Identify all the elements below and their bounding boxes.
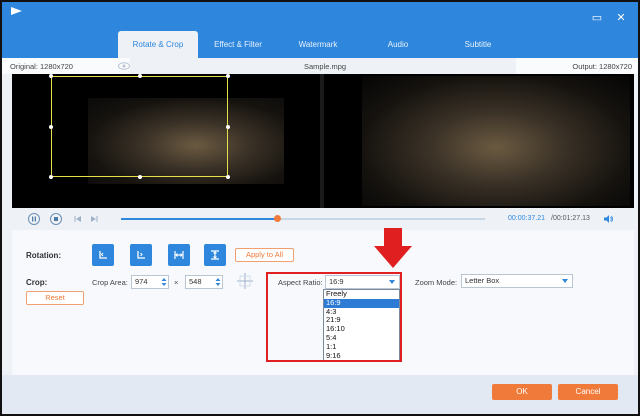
crop-handle[interactable] [226,125,230,129]
tab-watermark[interactable]: Watermark [278,31,358,58]
flip-horizontal-button[interactable] [168,244,190,266]
crop-height-input[interactable]: 548 [185,275,223,289]
crop-handle[interactable] [49,125,53,129]
crop-area-label: Crop Area: [92,278,128,287]
minimize-icon[interactable]: ▭ [590,11,604,25]
crop-handle[interactable] [138,175,142,179]
title-bar: ▭ ✕ Rotate & Crop Effect & Filter Waterm… [2,2,638,62]
total-time: /00:01:27.13 [551,215,590,222]
playback-controls: 00:00:37.21 /00:01:27.13 [12,208,634,230]
original-preview[interactable] [12,74,320,208]
chevron-down-icon [562,279,568,283]
rotate-right-icon [137,251,145,259]
timeline-handle[interactable] [274,215,282,222]
center-crop-icon[interactable] [236,272,254,290]
rotate-left-button[interactable] [92,244,114,266]
rotate-right-button[interactable] [130,244,152,266]
app-logo-icon [11,7,22,15]
tab-effect-filter[interactable]: Effect & Filter [198,31,278,58]
previous-frame-icon[interactable] [74,215,82,223]
height-stepper-icon[interactable] [215,277,221,287]
times-symbol: × [174,278,179,287]
original-resolution: Original: 1280x720 [10,62,73,71]
output-resolution: Output: 1280x720 [572,62,632,71]
rotation-label: Rotation: [26,251,62,260]
close-icon[interactable]: ✕ [614,11,628,25]
crop-handle[interactable] [226,74,230,78]
crop-handle[interactable] [226,175,230,179]
ok-button[interactable]: OK [492,384,552,400]
rotate-left-icon [99,251,107,259]
current-time: 00:00:37.21 [508,215,545,222]
file-name: Sample.mpg [304,62,347,71]
crop-rectangle[interactable] [51,76,228,177]
zoom-mode-select[interactable]: Letter Box [461,274,573,288]
flip-vertical-icon [211,250,219,260]
crop-handle[interactable] [49,74,53,78]
eye-icon[interactable] [118,62,130,70]
timeline-slider[interactable] [121,215,485,222]
apply-to-all-button[interactable]: Apply to All [235,248,294,262]
volume-icon[interactable] [603,214,614,224]
crop-width-input[interactable]: 974 [131,275,169,289]
zoom-mode-label: Zoom Mode: [415,278,458,287]
crop-label: Crop: [26,278,48,287]
pause-button[interactable] [28,213,40,225]
cancel-button[interactable]: Cancel [558,384,618,400]
pause-icon [32,216,36,222]
output-video-frame [362,76,630,206]
tab-rotate-crop[interactable]: Rotate & Crop [118,31,198,58]
tab-audio[interactable]: Audio [358,31,438,58]
crop-handle[interactable] [49,175,53,179]
crop-handle[interactable] [138,74,142,78]
stop-button[interactable] [50,213,62,225]
highlight-box [266,272,402,362]
flip-horizontal-icon [174,251,184,259]
flip-vertical-button[interactable] [204,244,226,266]
stop-icon [54,217,58,221]
editor-window: ▭ ✕ Rotate & Crop Effect & Filter Waterm… [0,0,640,416]
width-stepper-icon[interactable] [161,277,167,287]
output-preview [324,74,634,208]
preview-header: Original: 1280x720 Sample.mpg Output: 12… [2,58,638,74]
reset-button[interactable]: Reset [26,291,84,305]
red-down-arrow-icon [374,228,412,268]
tab-subtitle[interactable]: Subtitle [438,31,518,58]
next-frame-icon[interactable] [90,215,98,223]
tab-bar: Rotate & Crop Effect & Filter Watermark … [118,31,518,58]
